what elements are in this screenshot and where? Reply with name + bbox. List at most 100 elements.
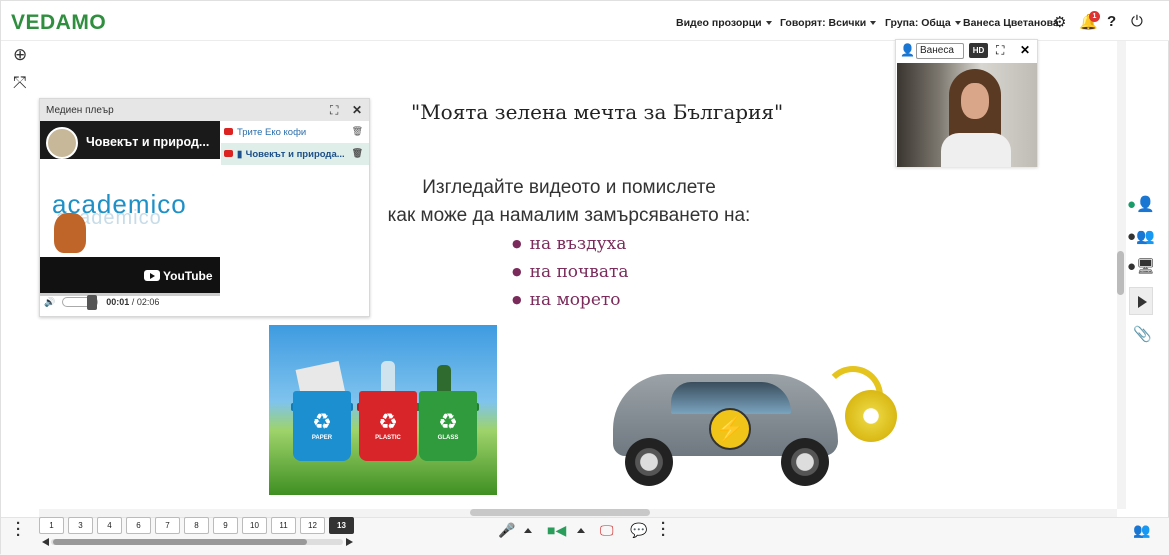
microphone-icon[interactable]: 🎤 (498, 522, 515, 539)
bullet-soil: на почвата (512, 262, 629, 282)
recycle-icon: ♻ (312, 409, 332, 434)
channel-avatar (46, 127, 78, 159)
youtube-icon (224, 150, 233, 157)
lightning-bolt-icon: ⚡ (709, 408, 751, 450)
pager-scroll-right-icon[interactable] (346, 538, 353, 546)
fit-screen-icon[interactable]: ⤧ (13, 73, 27, 93)
player-controls: 🔊 00:01 / 02:06 (44, 295, 160, 310)
gear-icon[interactable]: ⚙ (1053, 13, 1066, 31)
webcam-video-feed (897, 63, 1037, 167)
chat-icon[interactable]: 💬 (630, 522, 647, 539)
page-button[interactable]: 4 (97, 517, 122, 534)
power-plug-icon (845, 390, 897, 442)
fullscreen-icon[interactable]: ⛶ (996, 43, 1004, 58)
help-icon[interactable]: ? (1107, 13, 1116, 30)
hd-toggle[interactable]: HD (969, 43, 988, 58)
volume-icon[interactable]: 🔊 (44, 297, 55, 307)
playlist-item-active[interactable]: ▮ Човекът и природа... 🗑 (221, 143, 369, 165)
pager-scroll-thumb[interactable] (53, 539, 307, 545)
screen-share-icon[interactable]: 🖵 (600, 522, 614, 539)
youtube-icon (224, 128, 233, 135)
page-button[interactable]: 3 (68, 517, 93, 534)
time-total: 02:06 (136, 297, 160, 307)
user-icon: 👤 (900, 43, 915, 57)
electric-car-image: ⚡ (613, 356, 903, 486)
webcam-panel[interactable]: 👤 Ванеса HD ⛶ ✕ (895, 39, 1038, 167)
time-separator: / (131, 297, 135, 307)
page-button[interactable]: 12 (300, 517, 325, 534)
bullet-air: на въздуха (512, 234, 627, 254)
camera-options-icon[interactable] (577, 528, 585, 533)
car-wheel (781, 438, 829, 486)
page-button[interactable]: 7 (155, 517, 180, 534)
playlist: Трите Еко кофи 🗑 ▮ Човекът и природа... … (221, 121, 369, 165)
pager-scroll-left-icon[interactable] (42, 538, 49, 546)
slide-line-1: Изгледайте видеото и помислете (422, 177, 716, 198)
camera-icon[interactable]: ■◀ (547, 522, 566, 539)
participant-video (941, 69, 1011, 167)
page-button[interactable]: 8 (184, 517, 209, 534)
fullscreen-icon[interactable]: ⛶ (330, 103, 338, 118)
zoom-in-icon[interactable]: ⊕ (13, 45, 27, 65)
group-chat-icon[interactable]: ●👥 (1127, 227, 1155, 245)
chevron-down-icon (870, 21, 877, 26)
video-progress-bar[interactable] (40, 293, 220, 296)
attachment-icon[interactable]: 📎 (1133, 325, 1152, 343)
screen-share-chat-icon[interactable]: ●🖥 (1127, 257, 1155, 275)
page-button[interactable]: 10 (242, 517, 267, 534)
volume-slider[interactable] (61, 295, 98, 310)
webcam-toolbar: 👤 Ванеса HD ⛶ ✕ (896, 40, 1037, 62)
microphone-options-icon[interactable] (524, 528, 532, 533)
participant-select[interactable]: Ванеса (916, 43, 964, 59)
speakers-menu[interactable]: Говорят: Всички (780, 17, 877, 29)
top-bar: VEDAMO Видео прозорци Говорят: Всички Гр… (1, 1, 1169, 41)
recycling-bins-image: ♻ PAPER ♻ PLASTIC ♻ GLASS (269, 325, 497, 495)
vedamo-logo: VEDAMO (11, 11, 107, 34)
group-menu[interactable]: Група: Обща (885, 17, 961, 29)
more-menu-left-icon[interactable]: · · · (16, 516, 21, 543)
recycle-icon: ♻ (378, 409, 398, 434)
close-icon[interactable]: ✕ (1020, 43, 1030, 57)
paper-bin: ♻ PAPER (293, 391, 351, 461)
power-icon[interactable]: ⏻ (1131, 13, 1143, 30)
car-wheel (625, 438, 673, 486)
vertical-scroll-thumb[interactable] (1117, 251, 1124, 295)
page-button[interactable]: 9 (213, 517, 238, 534)
slide-title: "Моята зелена мечта за България" (411, 100, 784, 124)
squirrel-mascot (54, 213, 86, 253)
chevron-down-icon (765, 21, 772, 26)
trash-icon[interactable]: 🗑 (352, 126, 363, 137)
notification-badge: 1 (1089, 11, 1100, 22)
video-screen[interactable]: Човекът и природ... academico academico … (40, 121, 220, 293)
page-button-active[interactable]: 13 (329, 517, 354, 534)
chevron-down-icon (954, 21, 961, 26)
video-windows-menu[interactable]: Видео прозорци (676, 17, 772, 29)
media-player-window[interactable]: Медиен плеър ⛶ ✕ Човекът и природ... aca… (39, 98, 370, 317)
volume-slider-knob[interactable] (86, 295, 97, 310)
plastic-bin: ♻ PLASTIC (359, 391, 417, 461)
video-title: Човекът и природ... (86, 135, 210, 149)
page-button[interactable]: 1 (39, 517, 64, 534)
close-icon[interactable]: ✕ (352, 103, 362, 117)
media-player-header[interactable]: Медиен плеър ⛶ ✕ (40, 99, 369, 121)
playing-indicator-icon: ▮ (237, 149, 243, 160)
youtube-logo[interactable]: YouTube (144, 269, 213, 283)
horizontal-scroll-thumb[interactable] (470, 509, 650, 516)
trash-icon[interactable]: 🗑 (352, 148, 363, 159)
playlist-item[interactable]: Трите Еко кофи 🗑 (221, 121, 369, 143)
slide-line-2: как може да намалим замърсяването на: (387, 205, 751, 226)
glass-bin: ♻ GLASS (419, 391, 477, 461)
time-current: 00:01 (106, 297, 130, 307)
participants-icon[interactable]: 👥 (1133, 522, 1150, 539)
page-button[interactable]: 11 (271, 517, 296, 534)
bullet-sea: на морето (512, 290, 621, 310)
user-chat-icon[interactable]: ●👤 (1127, 195, 1155, 213)
recycle-icon: ♻ (438, 409, 458, 434)
play-panel-icon[interactable] (1129, 287, 1153, 315)
youtube-play-icon (144, 270, 160, 281)
vedamo-classroom: VEDAMO Видео прозорци Говорят: Всички Гр… (0, 0, 1169, 555)
more-icon[interactable]: · · · (661, 516, 666, 543)
media-player-title: Медиен плеър (46, 105, 114, 116)
page-button[interactable]: 6 (126, 517, 151, 534)
user-name[interactable]: Ванеса Цветанова (963, 17, 1059, 29)
